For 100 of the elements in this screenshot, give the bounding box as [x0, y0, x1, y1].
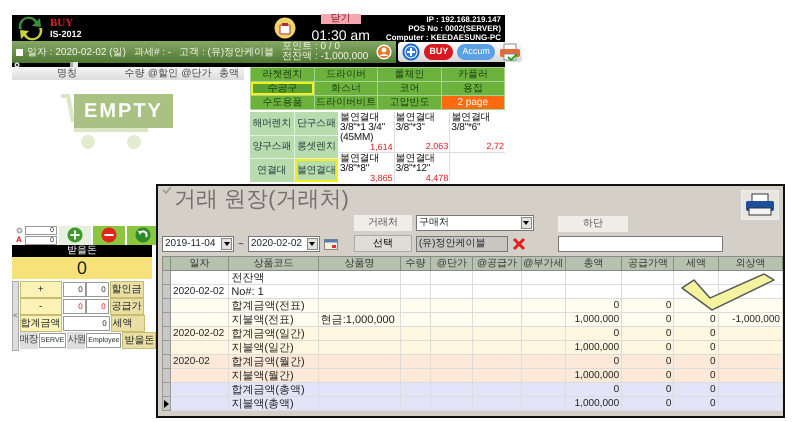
summary-label: 세액 — [110, 315, 145, 332]
column-header: 공급가액 — [622, 256, 674, 270]
check-icon — [162, 186, 172, 194]
caret-icon — [221, 238, 232, 250]
column-header: 외상액 — [718, 256, 782, 270]
row-selector[interactable] — [162, 396, 171, 410]
subcategory-button[interactable]: 볼연결대 — [294, 159, 338, 182]
brand-name: BUY — [50, 18, 74, 28]
customer-text: 고객 : (유)정안케이블 — [179, 46, 274, 58]
category-button[interactable]: 카플러 — [442, 68, 504, 81]
close-button[interactable]: 닫기 — [320, 14, 361, 24]
previous-balance-text: 전잔액 : -1,000,000 — [282, 52, 368, 62]
category-button[interactable]: 라쳇렌치 — [251, 68, 314, 81]
column-header: @단가 — [430, 256, 473, 270]
amount-field[interactable]: 0 — [86, 299, 109, 314]
category-button[interactable]: 코어 — [378, 82, 440, 95]
product-tile[interactable]: 볼연결대 3/8"*1 3/4"(45MM) 1,614 — [339, 112, 394, 152]
product-name: 볼연결대 3/8"*1 3/4"(45MM) — [340, 113, 386, 143]
product-name: 볼연결대 3/8"*6" — [451, 113, 492, 133]
cart-handle-icon — [60, 94, 74, 124]
plus-button[interactable] — [59, 226, 91, 244]
column-header: 수량 — [124, 67, 146, 80]
add-button[interactable] — [402, 43, 420, 61]
product-tile[interactable]: 볼연결대 3/8"*6" 2,72 — [450, 112, 505, 152]
column-header: 수량 — [400, 256, 431, 270]
product-name: 볼연결대 3/8"*8" — [340, 154, 380, 174]
column-header: @할인 — [147, 67, 179, 80]
subcategory-button[interactable]: 롱셋렌치 — [294, 136, 338, 158]
print-button[interactable] — [741, 190, 779, 220]
bottom-field[interactable] — [558, 236, 723, 252]
column-header: @공급가 — [472, 256, 522, 270]
column-header: 상품명 — [318, 256, 401, 270]
category-button[interactable]: 용접 — [442, 82, 504, 95]
date-separator: ~ — [238, 238, 244, 250]
category-button[interactable]: 드라이버 — [314, 68, 377, 81]
category-button[interactable]: 화스너 — [314, 82, 377, 95]
discount-marker: A — [16, 236, 23, 244]
calendar-icon — [324, 238, 338, 250]
subcategory-button[interactable]: 해머렌치 — [250, 112, 294, 135]
subcategory-button[interactable]: 연결대 — [250, 159, 294, 182]
category-button[interactable]: 롤체인 — [378, 68, 440, 81]
ip-address: IP : 192.168.219.147 — [425, 14, 501, 24]
bottom-label: 하단 — [558, 216, 628, 232]
product-name: 볼연결대 3/8"*12" — [396, 154, 436, 174]
minus-button[interactable] — [93, 226, 125, 244]
delete-icon[interactable] — [512, 236, 526, 250]
computer-name: Computer : KEEDAESUNG-PC — [386, 32, 501, 42]
product-tile[interactable]: 볼연결대 3/8"*8" 3,865 — [339, 153, 394, 182]
select-button[interactable]: 선택 — [354, 235, 412, 252]
amount-field[interactable]: 0 — [62, 282, 86, 297]
column-header: @부가세 — [521, 256, 566, 270]
partner-field[interactable]: (유)정안케이블 — [416, 236, 508, 252]
amount-due-value: 0 — [12, 257, 152, 279]
table-cell: 0 — [622, 396, 674, 410]
column-header: @단가 — [180, 67, 213, 80]
category-button[interactable]: 고압반도 — [378, 96, 440, 109]
clock-time: 01:30 am — [312, 28, 370, 42]
amount-due-label: 받을돈 — [12, 245, 152, 257]
product-price: 3,865 — [369, 174, 393, 183]
square-icon — [16, 48, 23, 56]
amount-field[interactable]: 0 — [62, 316, 110, 331]
column-header: 총액 — [218, 67, 240, 80]
summary-label: 할인금 — [110, 281, 144, 298]
product-price: 4,478 — [424, 174, 448, 183]
menu-icon[interactable] — [274, 17, 296, 39]
points-text: 포인트 : 0 / 0 — [282, 42, 341, 52]
amount-field[interactable]: 0 — [86, 282, 109, 297]
staff-label: 사원 — [67, 332, 86, 349]
column-header: 명칭 — [56, 67, 78, 80]
undo-button[interactable] — [127, 226, 159, 244]
column-header: 일자 — [170, 256, 229, 270]
product-price: 2,72 — [485, 142, 504, 151]
person-icon — [376, 44, 392, 60]
partner-label: 거래처 — [354, 215, 412, 231]
table-cell: 0 — [674, 396, 718, 410]
subcategory-button[interactable]: 양구스패 — [250, 136, 294, 158]
column-header: 세액 — [674, 256, 718, 270]
summary-label: + — [20, 281, 62, 298]
summary-label: 받을돈 — [122, 332, 156, 349]
category-button[interactable]: 수도용품 — [251, 96, 314, 109]
dialog-title: 거래 원장(거래처) — [174, 186, 349, 212]
category-button[interactable]: 수공구 — [251, 82, 314, 95]
amount-field[interactable]: 0 — [62, 299, 86, 314]
column-header: 상품코드 — [228, 256, 318, 270]
partner-type-dropdown[interactable]: 구매처 — [416, 215, 534, 231]
empty-cart-label: EMPTY — [74, 94, 173, 128]
column-header: 총액 — [565, 256, 622, 270]
brand-subtitle: IS-2012 — [50, 28, 82, 38]
summary-label: 공급가 — [110, 298, 144, 315]
summary-label: - — [20, 298, 62, 315]
product-tile[interactable]: 볼연결대 3/8"*3" 2,063 — [394, 112, 450, 152]
buy-button[interactable]: BUY — [424, 44, 454, 60]
caret-icon — [306, 238, 318, 250]
subcategory-button[interactable]: 단구스패 — [294, 112, 338, 135]
date-picker[interactable]: 2019-11-04 — [162, 236, 234, 252]
date-picker[interactable]: 2020-02-02 — [248, 236, 320, 252]
caret-icon — [520, 217, 532, 229]
category-button[interactable]: 드라이버비트 — [314, 96, 377, 109]
product-price: 2,063 — [424, 142, 448, 151]
product-tile[interactable]: 볼연결대 3/8"*12" 4,478 — [394, 153, 450, 182]
